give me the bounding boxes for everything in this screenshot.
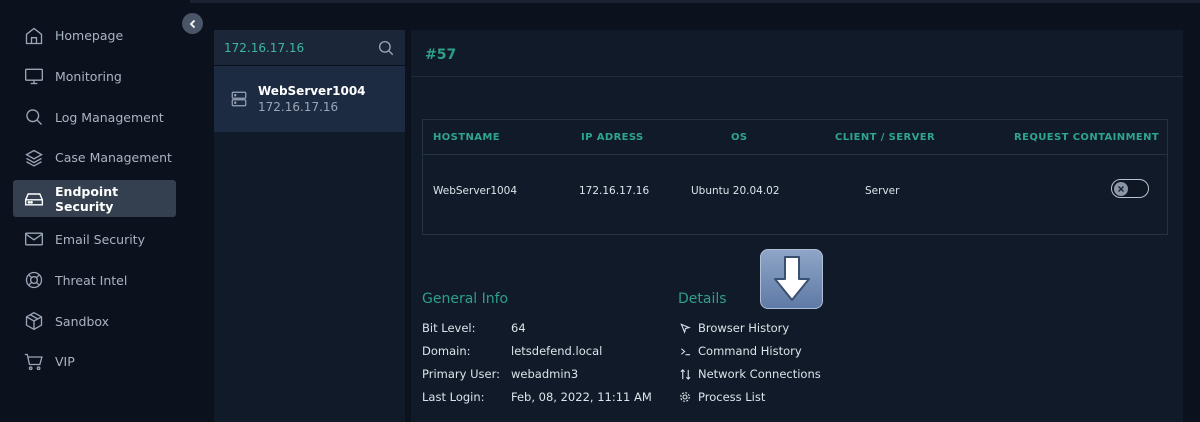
terminal-icon <box>678 344 692 358</box>
result-text: WebServer1004 172.16.17.16 <box>258 84 366 114</box>
layers-icon <box>24 148 44 168</box>
endpoint-search-panel: WebServer1004 172.16.17.16 <box>214 30 405 422</box>
download-overlay-badge <box>760 249 823 309</box>
info-value-last-login: Feb, 08, 2022, 11:11 AM <box>511 390 652 404</box>
sidebar-item-endpoint-security[interactable]: Endpoint Security <box>13 180 176 218</box>
sidebar-nav: Homepage Monitoring Log Management Case … <box>13 17 176 384</box>
sidebar-item-log-management[interactable]: Log Management <box>13 99 176 136</box>
table-header: HOSTNAME IP ADRESS OS CLIENT / SERVER RE… <box>423 120 1167 155</box>
sidebar-item-vip[interactable]: VIP <box>13 343 176 380</box>
sidebar-item-label: Email Security <box>55 231 145 247</box>
detail-link-label: Browser History <box>698 321 790 335</box>
column-header-request-containment: REQUEST CONTAINMENT <box>1014 132 1160 143</box>
endpoint-id: #57 <box>425 47 457 63</box>
hard-drive-icon <box>24 189 44 209</box>
info-label-primary-user: Primary User: <box>422 367 500 381</box>
sidebar-item-label: Endpoint Security <box>55 183 119 214</box>
cell-os: Ubuntu 20.04.02 <box>691 185 780 197</box>
lifebuoy-icon <box>24 270 44 290</box>
browser-history-link[interactable]: Browser History <box>678 321 789 335</box>
sidebar-item-case-management[interactable]: Case Management <box>13 139 176 176</box>
detail-link-label: Process List <box>698 390 766 404</box>
toggle-knob <box>1114 181 1128 196</box>
sidebar-item-label: VIP <box>55 354 75 370</box>
info-value-domain: letsdefend.local <box>511 344 603 358</box>
process-list-link[interactable]: Process List <box>678 390 765 404</box>
column-header-hostname: HOSTNAME <box>433 132 500 143</box>
sidebar-item-email-security[interactable]: Email Security <box>13 221 176 258</box>
arrow-down-icon <box>773 256 810 301</box>
sidebar-item-homepage[interactable]: Homepage <box>13 17 176 54</box>
server-icon <box>231 91 247 107</box>
cell-hostname: WebServer1004 <box>433 185 518 197</box>
sidebar-item-label: Case Management <box>55 150 172 166</box>
sidebar-item-label: Threat Intel <box>55 272 128 288</box>
column-header-os: OS <box>731 132 748 143</box>
detail-link-label: Network Connections <box>698 367 821 381</box>
cart-icon <box>24 352 44 372</box>
sidebar-item-label: Sandbox <box>55 313 110 329</box>
info-label-last-login: Last Login: <box>422 390 485 404</box>
sidebar-item-label: Log Management <box>55 109 164 125</box>
search-icon <box>24 107 44 127</box>
chevron-left-icon <box>189 19 195 28</box>
result-ip: 172.16.17.16 <box>258 100 339 114</box>
close-icon <box>1118 185 1124 192</box>
sidebar: Homepage Monitoring Log Management Case … <box>0 0 190 422</box>
search-icon[interactable] <box>377 39 395 57</box>
detail-link-label: Command History <box>698 344 802 358</box>
cursor-icon <box>678 321 692 335</box>
cell-ip: 172.16.17.16 <box>579 185 650 197</box>
network-icon <box>678 367 692 381</box>
info-label-bit-level: Bit Level: <box>422 321 476 335</box>
command-history-link[interactable]: Command History <box>678 344 802 358</box>
network-connections-link[interactable]: Network Connections <box>678 367 821 381</box>
table-row: WebServer1004 172.16.17.16 Ubuntu 20.04.… <box>423 155 1167 235</box>
search-box <box>214 30 405 66</box>
search-result-item[interactable]: WebServer1004 172.16.17.16 <box>214 66 405 132</box>
result-hostname: WebServer1004 <box>258 84 366 98</box>
endpoint-detail-panel: #57 HOSTNAME IP ADRESS OS CLIENT / SERVE… <box>411 30 1183 422</box>
gear-icon <box>678 390 692 404</box>
sidebar-collapse-button[interactable] <box>182 13 203 34</box>
general-info-title: General Info <box>422 291 509 307</box>
sidebar-item-monitoring[interactable]: Monitoring <box>13 58 176 95</box>
home-icon <box>24 26 44 46</box>
search-input[interactable] <box>224 40 377 55</box>
mail-icon <box>24 229 44 249</box>
sidebar-item-label: Homepage <box>55 28 124 43</box>
endpoint-table: HOSTNAME IP ADRESS OS CLIENT / SERVER RE… <box>422 119 1168 235</box>
column-header-ip: IP ADRESS <box>581 132 644 143</box>
column-header-client-server: CLIENT / SERVER <box>835 132 936 143</box>
detail-header: #57 <box>411 30 1183 77</box>
monitor-icon <box>24 66 44 86</box>
containment-toggle[interactable] <box>1111 179 1149 198</box>
details-title: Details <box>678 291 727 307</box>
sidebar-item-sandbox[interactable]: Sandbox <box>13 303 176 340</box>
sidebar-item-label: Monitoring <box>55 68 122 84</box>
info-value-bit-level: 64 <box>511 321 526 335</box>
info-label-domain: Domain: <box>422 344 471 358</box>
cell-type: Server <box>865 185 900 197</box>
info-value-primary-user: webadmin3 <box>511 367 579 381</box>
sidebar-item-threat-intel[interactable]: Threat Intel <box>13 262 176 299</box>
box-icon <box>24 311 44 331</box>
